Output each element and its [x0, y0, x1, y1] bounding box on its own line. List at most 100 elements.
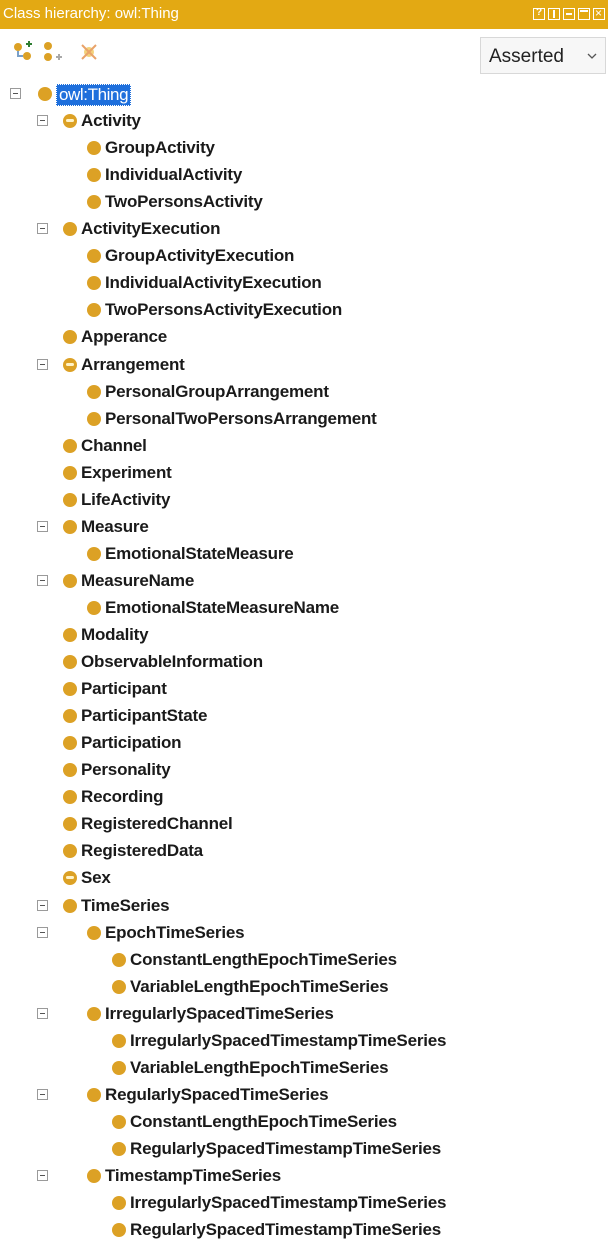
tree-row[interactable]: RegularlySpacedTimestampTimeSeries — [0, 1216, 608, 1243]
minimize-icon[interactable] — [563, 8, 575, 20]
tree-row[interactable]: IrregularlySpacedTimestampTimeSeries — [0, 1189, 608, 1216]
class-label[interactable]: MeasureName — [81, 571, 194, 591]
collapse-toggle-icon[interactable] — [37, 899, 48, 911]
tree-row[interactable]: ConstantLengthEpochTimeSeries — [0, 946, 608, 973]
tree-row[interactable]: EmotionalStateMeasureName — [0, 594, 608, 621]
tree-row[interactable]: Activity — [0, 107, 608, 134]
tree-row[interactable]: PersonalTwoPersonsArrangement — [0, 405, 608, 432]
class-label[interactable]: RegularlySpacedTimeSeries — [105, 1085, 329, 1105]
tree-row[interactable]: VariableLengthEpochTimeSeries — [0, 973, 608, 1000]
tree-row[interactable]: RegularlySpacedTimestampTimeSeries — [0, 1135, 608, 1162]
class-label[interactable]: EpochTimeSeries — [105, 923, 245, 943]
tree-row[interactable]: ConstantLengthEpochTimeSeries — [0, 1108, 608, 1135]
class-label[interactable]: EmotionalStateMeasure — [105, 544, 294, 564]
class-label[interactable]: GroupActivity — [105, 138, 215, 158]
tree-row[interactable]: GroupActivity — [0, 134, 608, 161]
class-label[interactable]: TwoPersonsActivityExecution — [105, 300, 342, 320]
tree-row[interactable]: Arrangement — [0, 351, 608, 378]
class-label[interactable]: Participation — [81, 733, 182, 753]
class-label[interactable]: Arrangement — [81, 355, 185, 375]
collapse-toggle-icon[interactable] — [37, 223, 48, 235]
tree-row[interactable]: Participant — [0, 675, 608, 702]
class-label[interactable]: ActivityExecution — [81, 219, 220, 239]
class-label[interactable]: IndividualActivity — [105, 165, 242, 185]
tree-row[interactable]: TwoPersonsActivity — [0, 188, 608, 215]
tree-row[interactable]: VariableLengthEpochTimeSeries — [0, 1054, 608, 1081]
tree-row[interactable]: EpochTimeSeries — [0, 919, 608, 946]
tree-row[interactable]: IndividualActivityExecution — [0, 269, 608, 296]
class-label[interactable]: Personality — [81, 760, 171, 780]
class-label[interactable]: RegisteredChannel — [81, 814, 233, 834]
collapse-toggle-icon[interactable] — [37, 574, 48, 586]
tree-row[interactable]: ObservableInformation — [0, 648, 608, 675]
class-label[interactable]: IrregularlySpacedTimeSeries — [105, 1004, 334, 1024]
tree-row[interactable]: Modality — [0, 621, 608, 648]
class-label[interactable]: PersonalTwoPersonsArrangement — [105, 409, 377, 429]
class-label[interactable]: ObservableInformation — [81, 652, 263, 672]
class-label[interactable]: EmotionalStateMeasureName — [105, 598, 339, 618]
class-label[interactable]: Apperance — [81, 327, 167, 347]
class-label[interactable]: PersonalGroupArrangement — [105, 382, 329, 402]
class-label[interactable]: GroupActivityExecution — [105, 246, 294, 266]
tree-row[interactable]: ParticipantState — [0, 702, 608, 729]
class-label[interactable]: Sex — [81, 868, 111, 888]
collapse-toggle-icon[interactable] — [37, 358, 48, 370]
tree-row[interactable]: Channel — [0, 432, 608, 459]
collapse-toggle-icon[interactable] — [37, 520, 48, 532]
collapse-toggle-icon[interactable] — [37, 1007, 48, 1019]
close-icon[interactable] — [593, 6, 605, 20]
class-label[interactable]: IndividualActivityExecution — [105, 273, 322, 293]
maximize-icon[interactable] — [578, 8, 590, 20]
class-label[interactable]: Experiment — [81, 463, 172, 483]
tree-row[interactable]: PersonalGroupArrangement — [0, 378, 608, 405]
tree-row[interactable]: RegisteredChannel — [0, 810, 608, 837]
tree-row[interactable]: Participation — [0, 729, 608, 756]
tree-row[interactable]: ActivityExecution — [0, 215, 608, 242]
add-sibling-icon[interactable] — [42, 41, 64, 63]
class-label[interactable]: LifeActivity — [81, 490, 170, 510]
tree-row[interactable]: EmotionalStateMeasure — [0, 540, 608, 567]
class-label[interactable]: TimestampTimeSeries — [105, 1166, 281, 1186]
tree-row[interactable]: Sex — [0, 864, 608, 891]
collapse-toggle-icon[interactable] — [37, 1170, 48, 1181]
add-subclass-icon[interactable] — [12, 41, 34, 63]
tree-row[interactable]: Experiment — [0, 459, 608, 486]
tree-row[interactable]: IndividualActivity — [0, 161, 608, 188]
class-label[interactable]: Participant — [81, 679, 167, 699]
class-label[interactable]: ConstantLengthEpochTimeSeries — [130, 950, 397, 970]
tree-row[interactable]: Personality — [0, 756, 608, 783]
tree-row[interactable]: Recording — [0, 783, 608, 810]
class-label[interactable]: TwoPersonsActivity — [105, 192, 263, 212]
tree-row[interactable]: MeasureName — [0, 567, 608, 594]
tree-row[interactable]: RegularlySpacedTimeSeries — [0, 1081, 608, 1108]
class-label[interactable]: Activity — [81, 111, 141, 131]
class-label[interactable]: Measure — [81, 517, 149, 537]
collapse-toggle-icon[interactable] — [10, 88, 21, 99]
class-label[interactable]: RegularlySpacedTimestampTimeSeries — [130, 1220, 441, 1240]
tree-row[interactable]: GroupActivityExecution — [0, 242, 608, 269]
class-label[interactable]: VariableLengthEpochTimeSeries — [130, 1058, 389, 1078]
hierarchy-mode-select[interactable]: Asserted — [480, 37, 606, 74]
class-label[interactable]: ParticipantState — [81, 706, 207, 726]
tree-row[interactable]: Apperance — [0, 323, 608, 350]
tree-row[interactable]: IrregularlySpacedTimeSeries — [0, 1000, 608, 1027]
delete-class-icon[interactable] — [78, 41, 100, 63]
class-label[interactable]: ConstantLengthEpochTimeSeries — [130, 1112, 397, 1132]
class-label[interactable]: owl:Thing — [56, 84, 132, 106]
tree-row[interactable]: RegisteredData — [0, 837, 608, 864]
tree-row[interactable]: Measure — [0, 513, 608, 540]
class-label[interactable]: VariableLengthEpochTimeSeries — [130, 977, 389, 997]
collapse-toggle-icon[interactable] — [37, 926, 48, 938]
class-label[interactable]: RegularlySpacedTimestampTimeSeries — [130, 1139, 441, 1159]
class-label[interactable]: RegisteredData — [81, 841, 203, 861]
class-label[interactable]: Recording — [81, 787, 163, 807]
tree-row[interactable]: TimeSeries — [0, 892, 608, 919]
split-icon[interactable] — [548, 8, 560, 20]
class-label[interactable]: Channel — [81, 436, 147, 456]
tree-row[interactable]: IrregularlySpacedTimestampTimeSeries — [0, 1027, 608, 1054]
class-label[interactable]: TimeSeries — [81, 896, 170, 916]
class-label[interactable]: IrregularlySpacedTimestampTimeSeries — [130, 1193, 446, 1213]
class-label[interactable]: Modality — [81, 625, 149, 645]
tree-row[interactable]: TimestampTimeSeries — [0, 1162, 608, 1189]
collapse-toggle-icon[interactable] — [37, 1088, 48, 1100]
